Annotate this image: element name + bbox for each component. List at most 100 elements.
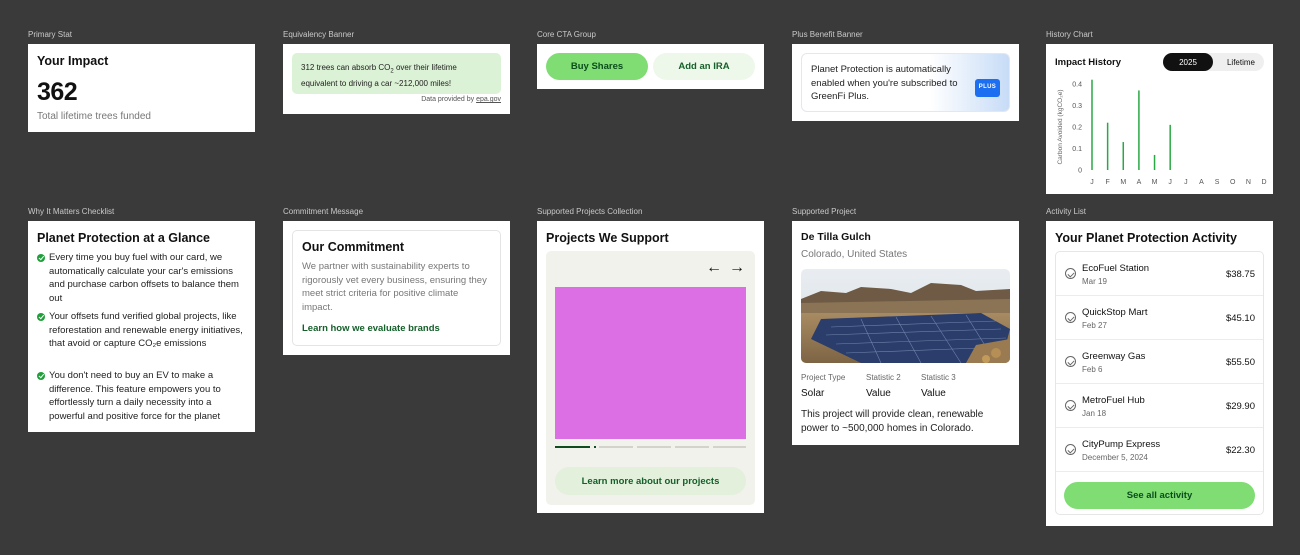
learn-more-projects-button[interactable]: Learn more about our projects (555, 467, 746, 495)
carousel-dot[interactable] (555, 446, 590, 448)
stat-label: Project Type (801, 373, 846, 382)
see-all-activity-button[interactable]: See all activity (1064, 482, 1255, 509)
checklist-card: Planet Protection at a Glance Every time… (28, 221, 255, 432)
y-tick-label: 0.4 (1072, 82, 1082, 89)
check-icon (37, 254, 45, 262)
x-tick-label: J (1090, 179, 1094, 186)
x-tick-label: O (1230, 179, 1236, 186)
transaction-amount: $55.50 (1225, 357, 1255, 368)
learn-evaluate-link[interactable]: Learn how we evaluate brands (302, 323, 491, 334)
stat-value: Solar (801, 388, 825, 399)
activity-row[interactable]: Greenway Gas Feb 6 $55.50 (1056, 340, 1263, 384)
merchant-name: Greenway Gas (1082, 351, 1146, 362)
commitment-box: Our Commitment We partner with sustainab… (292, 230, 501, 346)
x-tick-label: S (1215, 179, 1220, 186)
activity-row[interactable]: CityPump Express December 5, 2024 $22.30 (1056, 428, 1263, 472)
x-tick-label: A (1199, 179, 1204, 186)
y-tick-label: 0.1 (1072, 146, 1082, 153)
project-stat-2: Statistic 2 Value (866, 373, 901, 399)
carousel-dot[interactable] (594, 446, 596, 448)
checklist-item: You don't need to buy an EV to make a di… (37, 369, 249, 423)
plus-benefit-banner: Planet Protection is automatically enabl… (801, 53, 1010, 112)
project-image-placeholder[interactable] (555, 287, 746, 439)
section-label-supported-project: Supported Project (792, 207, 857, 216)
plus-badge: PLUS (974, 79, 1000, 97)
leaf-check-icon (1065, 400, 1076, 411)
stat-label: Statistic 3 (921, 373, 956, 382)
primary-stat-card: Your Impact 362 Total lifetime trees fun… (28, 44, 255, 132)
section-label-activity: Activity List (1046, 207, 1087, 216)
buy-shares-button[interactable]: Buy Shares (546, 53, 648, 80)
x-tick-label: M (1152, 179, 1158, 186)
x-tick-label: M (1120, 179, 1126, 186)
x-tick-label: F (1105, 179, 1109, 186)
transaction-date: Feb 27 (1082, 321, 1107, 330)
carousel-dot[interactable] (675, 446, 709, 448)
y-tick-label: 0.3 (1072, 103, 1082, 110)
plus-benefit-text: Planet Protection is automatically enabl… (811, 64, 958, 102)
arrow-left-icon[interactable]: ← (706, 259, 722, 277)
transaction-amount: $29.90 (1225, 401, 1255, 412)
chart-bar (1106, 122, 1109, 170)
projects-collection-card: Projects We Support ← → Learn more about… (537, 221, 764, 513)
y-tick-label: 0.2 (1072, 125, 1082, 132)
leaf-check-icon (1065, 268, 1076, 279)
equivalency-source-link[interactable]: epa.gov (476, 96, 501, 103)
checklist-item: Your offsets fund verified global projec… (37, 310, 249, 351)
chart-bar (1153, 154, 1156, 170)
carousel-dot[interactable] (713, 446, 746, 448)
equivalency-card: 312 trees can absorb CO2 over their life… (283, 44, 510, 114)
arrow-right-icon[interactable]: → (729, 259, 745, 277)
add-ira-button[interactable]: Add an IRA (653, 53, 755, 80)
project-photo (801, 269, 1010, 363)
tab-lifetime[interactable]: Lifetime (1218, 53, 1264, 71)
merchant-name: CityPump Express (1082, 439, 1161, 450)
history-chart-title: Impact History (1055, 57, 1121, 68)
chart-bar (1169, 124, 1171, 170)
projects-carousel: ← → Learn more about our projects (546, 251, 755, 505)
project-location: Colorado, United States (801, 249, 908, 260)
checklist-item-text: Every time you buy fuel with our card, w… (49, 252, 239, 304)
carousel-dot[interactable] (637, 446, 671, 448)
transaction-date: December 5, 2024 (1082, 453, 1148, 462)
x-tick-label: A (1137, 179, 1142, 186)
activity-row[interactable]: EcoFuel Station Mar 19 $38.75 (1056, 252, 1263, 296)
x-tick-label: J (1184, 179, 1188, 186)
history-range-toggle: 2025 Lifetime (1163, 53, 1264, 71)
commitment-body: We partner with sustainability experts t… (302, 261, 487, 313)
activity-panel: EcoFuel Station Mar 19 $38.75 QuickStop … (1055, 251, 1264, 515)
y-axis-label: Carbon Avoided (kgCO₂e) (1057, 89, 1064, 164)
project-name: De Tilla Gulch (801, 231, 871, 243)
core-cta-card: Buy Shares Add an IRA (537, 44, 764, 89)
transaction-amount: $45.10 (1225, 313, 1255, 324)
equivalency-banner: 312 trees can absorb CO2 over their life… (292, 53, 501, 94)
carousel-dot[interactable] (599, 446, 633, 448)
transaction-date: Mar 19 (1082, 277, 1107, 286)
section-label-history-chart: History Chart (1046, 30, 1093, 39)
project-description: This project will provide clean, renewab… (801, 409, 984, 434)
check-icon (37, 372, 45, 380)
project-stat-3: Statistic 3 Value (921, 373, 956, 399)
checklist-item: Every time you buy fuel with our card, w… (37, 251, 249, 305)
primary-stat-value: 362 (37, 78, 78, 106)
section-label-core-cta: Core CTA Group (537, 30, 596, 39)
section-label-projects: Supported Projects Collection (537, 207, 643, 216)
stat-value: Value (921, 388, 946, 399)
section-label-plus-benefit: Plus Benefit Banner (792, 30, 863, 39)
activity-row[interactable]: MetroFuel Hub Jan 18 $29.90 (1056, 384, 1263, 428)
equivalency-text-b: over their lifetime (393, 63, 457, 72)
equivalency-text-line2: equivalent to driving a car ~212,000 mil… (301, 79, 452, 89)
section-label-commitment: Commitment Message (283, 207, 364, 216)
projects-title: Projects We Support (546, 231, 669, 245)
primary-stat-subtitle: Total lifetime trees funded (37, 111, 151, 122)
chart-bar (1091, 79, 1093, 170)
transaction-date: Jan 18 (1082, 409, 1107, 418)
commitment-card: Our Commitment We partner with sustainab… (283, 221, 510, 355)
checklist-item-text: You don't need to buy an EV to make a di… (49, 370, 221, 422)
x-tick-label: N (1246, 179, 1251, 186)
merchant-name: QuickStop Mart (1082, 307, 1148, 318)
stat-value: Value (866, 388, 891, 399)
tab-2025[interactable]: 2025 (1163, 53, 1213, 71)
x-tick-label: D (1261, 179, 1266, 186)
activity-row[interactable]: QuickStop Mart Feb 27 $45.10 (1056, 296, 1263, 340)
